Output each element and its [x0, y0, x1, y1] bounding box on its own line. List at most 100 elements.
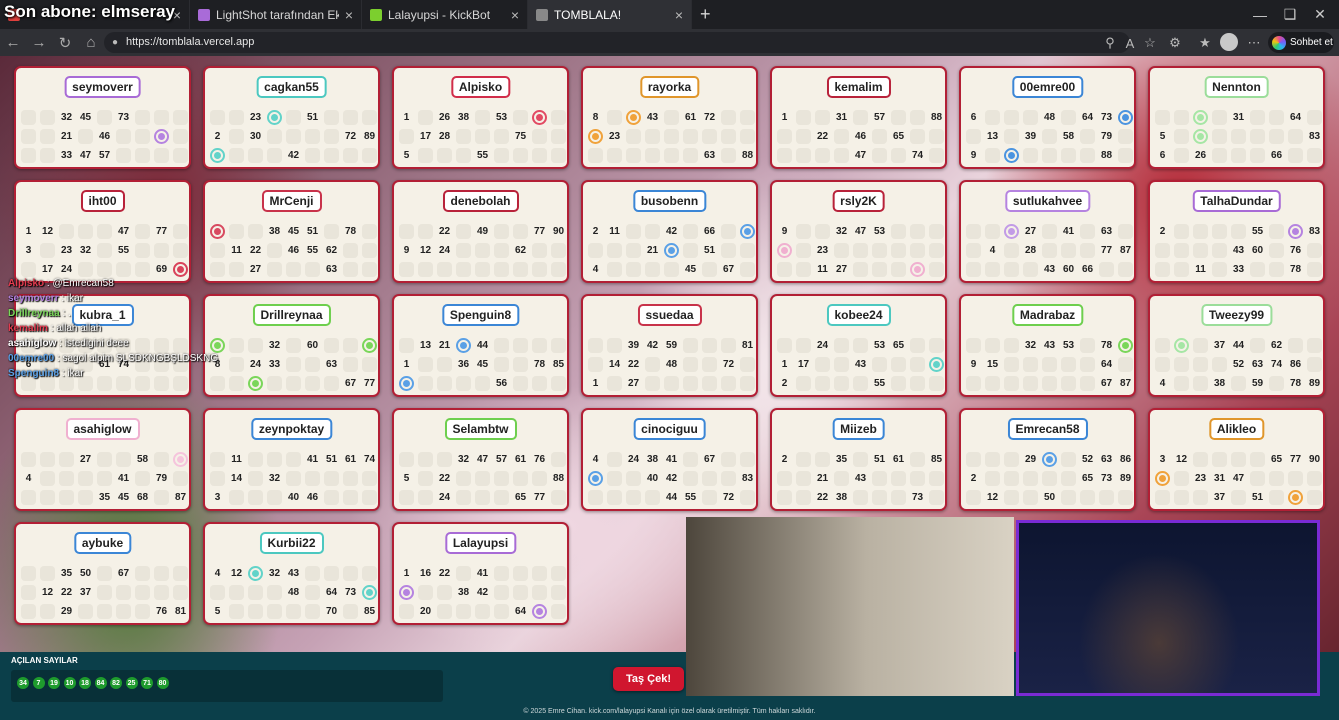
tab-2[interactable]: LightShot tarafından Ekran Görünt × — [190, 0, 362, 29]
empty-cell — [229, 262, 244, 277]
card-number: 47 — [854, 150, 867, 161]
close-tab-icon[interactable]: × — [675, 7, 683, 23]
close-tab-icon[interactable]: × — [345, 7, 353, 23]
favorite-star-icon[interactable]: ☆ — [1140, 33, 1160, 53]
url-field[interactable]: ● https://tomblala.vercel.app — [104, 32, 1130, 53]
empty-cell — [399, 452, 414, 467]
empty-cell — [286, 604, 301, 619]
player-name: kemalim — [826, 76, 891, 98]
empty-cell — [1118, 148, 1133, 163]
empty-cell — [267, 129, 282, 144]
empty-cell — [305, 566, 320, 581]
copilot-chat-button[interactable]: Sohbet et — [1268, 32, 1334, 53]
tab-3[interactable]: Lalayupsi - KickBot × — [362, 0, 528, 29]
zoom-icon[interactable]: ⚲ — [1100, 33, 1120, 53]
empty-cell — [40, 129, 55, 144]
empty-cell — [456, 471, 471, 486]
empty-cell — [1269, 110, 1284, 125]
empty-cell — [173, 110, 188, 125]
empty-cell — [305, 585, 320, 600]
new-tab-button[interactable]: + — [692, 0, 719, 29]
empty-cell — [475, 262, 490, 277]
empty-cell — [135, 471, 150, 486]
back-icon[interactable]: ← — [0, 29, 26, 56]
empty-cell — [513, 357, 528, 372]
empty-cell — [154, 490, 169, 505]
empty-cell — [910, 338, 925, 353]
card-number: 55 — [476, 150, 489, 161]
empty-cell — [532, 566, 547, 581]
empty-cell — [683, 338, 698, 353]
empty-cell — [645, 490, 660, 505]
card-number: 38 — [457, 112, 470, 123]
chat-text: : sagol alpim ŞLSDKNGBŞLDSKNG — [54, 353, 219, 364]
marked-cell — [532, 110, 547, 125]
marked-dot — [271, 114, 278, 121]
card-number: 67 — [703, 454, 716, 465]
close-tab-icon[interactable]: × — [511, 7, 519, 23]
empty-cell — [475, 110, 490, 125]
card-number: 62 — [514, 245, 527, 256]
card-number: 21 — [438, 340, 451, 351]
card-number: 12 — [41, 226, 54, 237]
empty-cell — [116, 148, 131, 163]
marked-cell — [929, 357, 944, 372]
empty-cell — [796, 262, 811, 277]
card-number: 22 — [816, 131, 829, 142]
empty-cell — [645, 262, 660, 277]
empty-cell — [324, 148, 339, 163]
profile-avatar[interactable] — [1220, 33, 1238, 51]
card-number: 42 — [665, 473, 678, 484]
card-grid: 1 26 38 53 17 28 75 5 55 — [399, 110, 566, 163]
draw-stone-button[interactable]: Taş Çek! — [613, 667, 684, 691]
marked-dot — [1292, 228, 1299, 235]
card-number: 38 — [457, 587, 470, 598]
card-number: 88 — [741, 150, 754, 161]
empty-cell — [872, 262, 887, 277]
read-aloud-icon[interactable]: A — [1120, 33, 1140, 53]
more-menu-icon[interactable]: ⋯ — [1244, 33, 1264, 53]
marked-cell — [362, 585, 377, 600]
empty-cell — [248, 604, 263, 619]
empty-cell — [532, 129, 547, 144]
empty-cell — [985, 224, 1000, 239]
empty-cell — [1231, 129, 1246, 144]
card-number: 83 — [741, 473, 754, 484]
empty-cell — [343, 490, 358, 505]
chat-message: Drillreynaa : . — [8, 306, 383, 321]
empty-cell — [702, 338, 717, 353]
favorites-icon[interactable]: ★ — [1195, 33, 1215, 53]
empty-cell — [1061, 243, 1076, 258]
extensions-icon[interactable]: ⚙ — [1165, 33, 1185, 53]
empty-cell — [21, 585, 36, 600]
reload-icon[interactable]: ↻ — [52, 29, 78, 56]
card-number: 55 — [1251, 226, 1264, 237]
marked-cell — [910, 262, 925, 277]
empty-cell — [456, 490, 471, 505]
forward-icon[interactable]: → — [26, 29, 52, 56]
card-number: 72 — [344, 131, 357, 142]
card-number: 49 — [476, 226, 489, 237]
empty-cell — [135, 148, 150, 163]
close-window-icon[interactable]: ✕ — [1300, 0, 1339, 29]
bingo-card: busobenn 2 11 42 66 21 51 4 45 67 — [581, 180, 758, 283]
empty-cell — [1042, 376, 1057, 391]
empty-cell — [210, 243, 225, 258]
drawn-number-ball: 10 — [63, 677, 76, 689]
empty-cell — [135, 262, 150, 277]
home-icon[interactable]: ⌂ — [78, 29, 104, 56]
card-number: 39 — [1024, 131, 1037, 142]
empty-cell — [362, 110, 377, 125]
chat-username: asahiglow — [8, 338, 57, 349]
empty-cell — [78, 471, 93, 486]
empty-cell — [494, 357, 509, 372]
tab-4[interactable]: TOMBLALA! × — [528, 0, 692, 29]
card-number: 76 — [1289, 245, 1302, 256]
empty-cell — [324, 129, 339, 144]
empty-cell — [97, 110, 112, 125]
card-number: 41 — [665, 454, 678, 465]
marked-dot — [1178, 342, 1185, 349]
drawn-numbers-label: AÇILAN SAYILAR — [11, 656, 78, 665]
card-number: 42 — [476, 587, 489, 598]
bingo-card: Emrecan58 29 52 63 86 2 65 73 89 12 50 — [959, 408, 1136, 511]
